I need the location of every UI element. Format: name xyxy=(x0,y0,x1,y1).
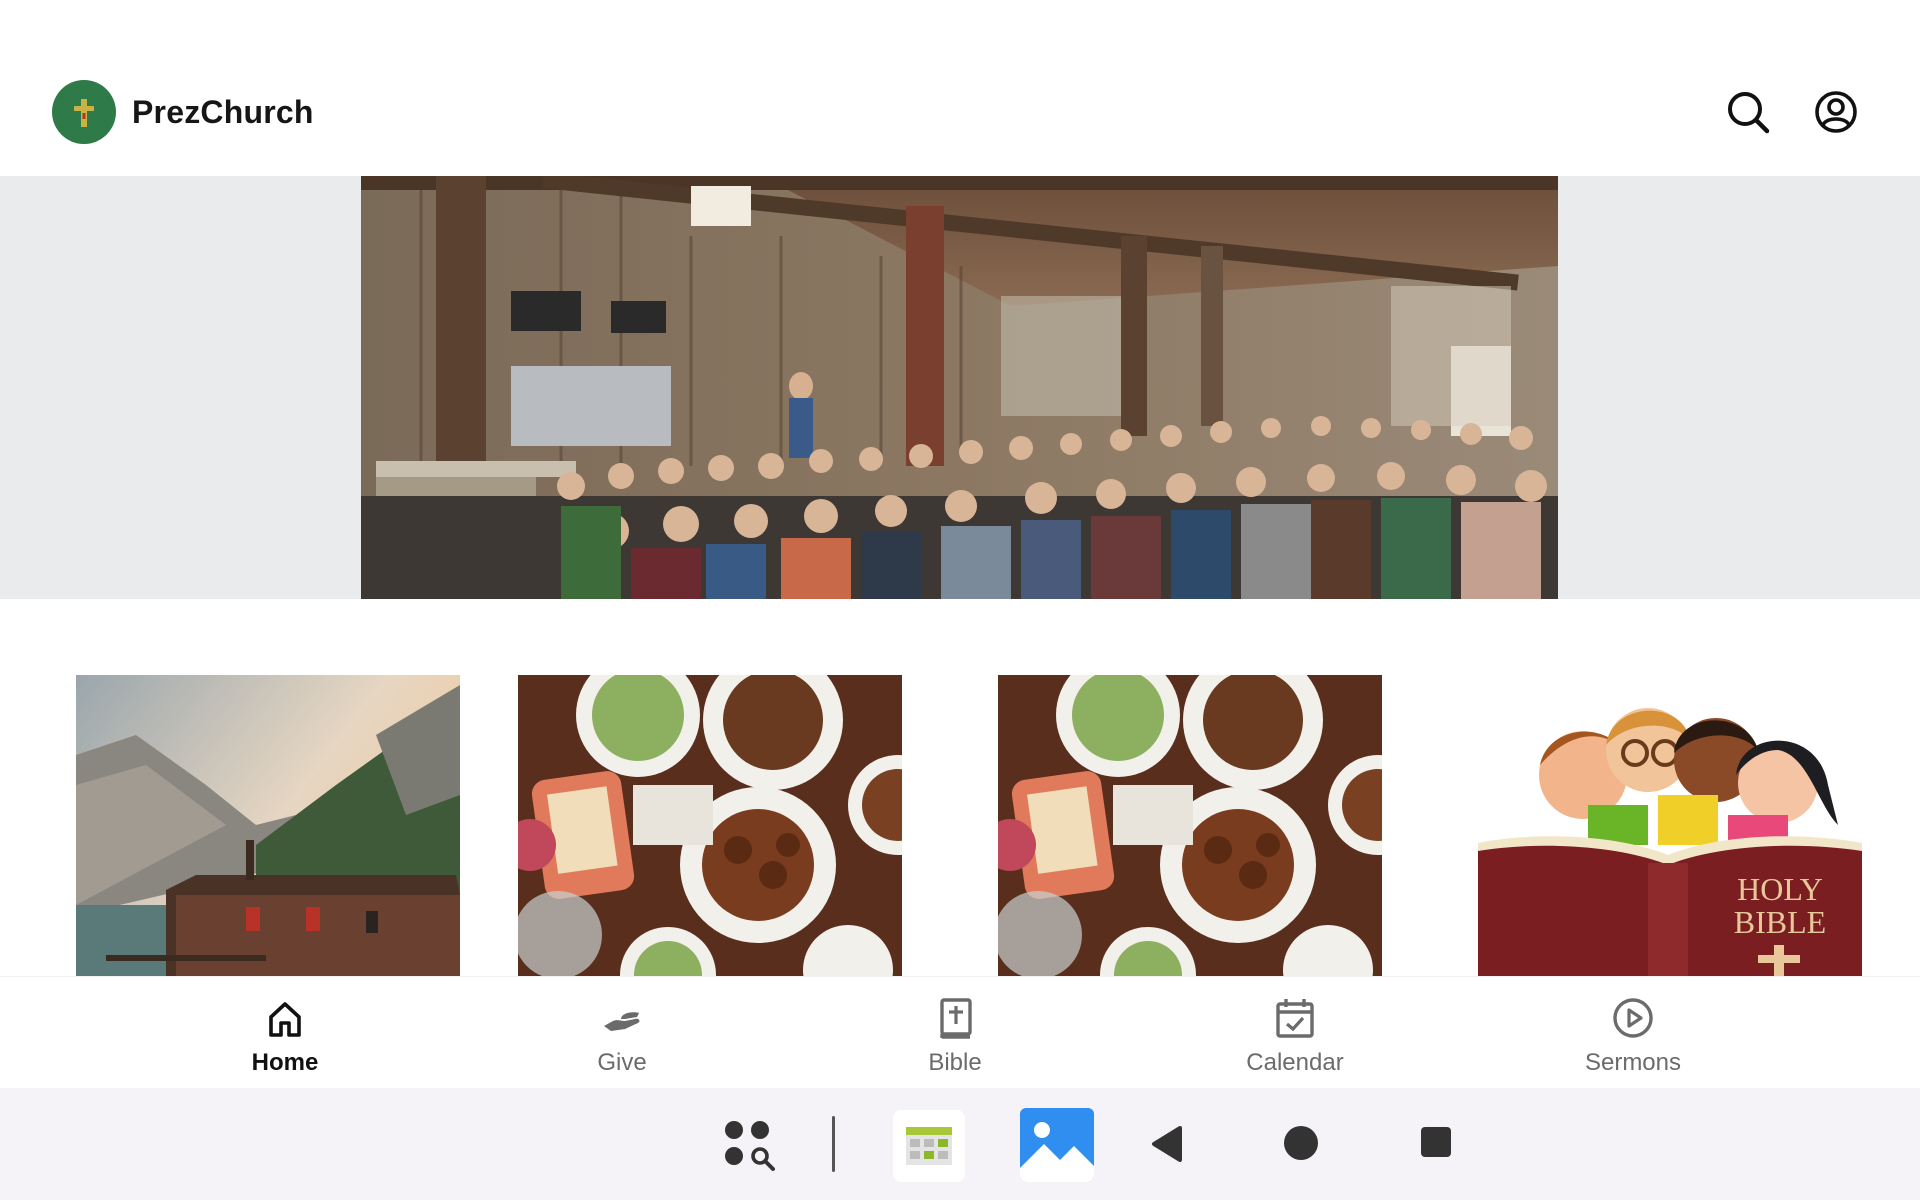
content-card-4[interactable]: HOLY BIBLE xyxy=(1478,675,1862,976)
home-circle-icon[interactable] xyxy=(1282,1124,1320,1162)
nav-bible[interactable]: Bible xyxy=(835,977,1075,1089)
recents-square-icon[interactable] xyxy=(1420,1126,1452,1158)
app-drawer-search-icon[interactable] xyxy=(720,1116,780,1176)
top-app-bar: PrezChurch xyxy=(0,0,1920,176)
bible-cover-text: HOLY xyxy=(1737,871,1823,907)
back-icon[interactable] xyxy=(1148,1122,1184,1166)
dinner-table-food-photo xyxy=(518,675,902,976)
play-circle-icon xyxy=(1613,998,1653,1038)
kids-holy-bible-illustration: HOLY BIBLE xyxy=(1478,708,1862,976)
app-title: PrezChurch xyxy=(132,93,314,130)
nav-give-label: Give xyxy=(597,1049,647,1076)
nav-calendar[interactable]: Calendar xyxy=(1175,977,1415,1089)
search-button[interactable] xyxy=(1724,88,1772,136)
gallery-app-icon[interactable] xyxy=(1020,1108,1094,1182)
nav-calendar-label: Calendar xyxy=(1246,1049,1344,1076)
nav-home-label: Home xyxy=(251,1049,319,1076)
barn-church-congregation-photo xyxy=(361,176,1558,599)
content-card-3[interactable] xyxy=(998,675,1382,976)
taskbar-divider xyxy=(830,1116,836,1172)
nav-sermons-label: Sermons xyxy=(1584,1049,1682,1076)
giving-hand-icon xyxy=(604,1012,640,1031)
app-window: PrezChurch HOLY BIBLE Home Give Bible Ca… xyxy=(0,0,1920,1200)
hero-banner-image[interactable] xyxy=(361,176,1558,599)
nav-sermons[interactable]: Sermons xyxy=(1513,977,1753,1089)
system-navigation-bar xyxy=(0,1088,1920,1200)
svg-text:BIBLE: BIBLE xyxy=(1734,904,1826,940)
nav-bible-label: Bible xyxy=(928,1049,982,1076)
app-brand[interactable]: PrezChurch xyxy=(52,80,314,144)
account-circle-icon xyxy=(1815,91,1857,133)
cross-logo-icon xyxy=(52,80,116,144)
account-button[interactable] xyxy=(1812,88,1860,136)
mountain-lake-cabin-photo xyxy=(76,675,460,976)
search-icon xyxy=(1728,92,1770,134)
content-card-2[interactable] xyxy=(518,675,902,976)
calendar-app-icon[interactable] xyxy=(893,1110,965,1182)
calendar-check-icon xyxy=(1276,999,1314,1038)
content-card-1[interactable] xyxy=(76,675,460,976)
nav-give[interactable]: Give xyxy=(502,977,742,1089)
bible-icon xyxy=(940,998,972,1039)
bottom-navigation: Home Give Bible Calendar Sermons xyxy=(0,976,1920,1088)
nav-home[interactable]: Home xyxy=(165,977,405,1089)
dinner-table-food-photo xyxy=(998,675,1382,976)
home-icon xyxy=(269,1002,301,1037)
